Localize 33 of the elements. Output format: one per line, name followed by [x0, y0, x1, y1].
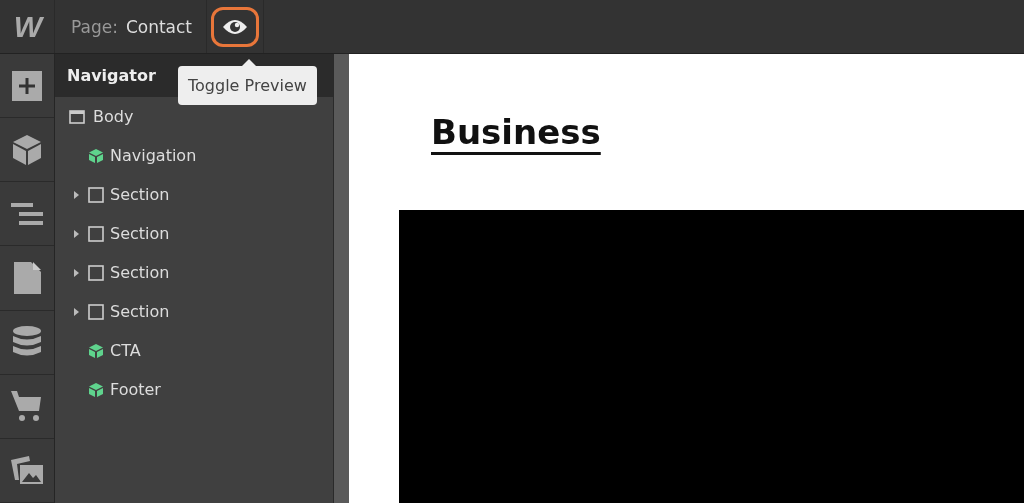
preview-button[interactable] — [211, 6, 260, 47]
page-name: Contact — [125, 16, 193, 37]
tree-item[interactable]: Navigation — [55, 136, 333, 175]
navigator-icon[interactable] — [11, 202, 43, 225]
tree-item[interactable]: Section — [55, 253, 333, 292]
section-icon — [88, 225, 104, 242]
tooltip-pointer — [242, 59, 256, 66]
cart-icon[interactable] — [11, 391, 43, 422]
page-heading: Business — [431, 112, 602, 152]
body-icon — [69, 109, 85, 124]
tree-item[interactable]: Section — [55, 214, 333, 253]
page-label: Page: — [71, 16, 118, 37]
page-icon[interactable] — [13, 262, 41, 294]
caret-icon[interactable] — [73, 306, 80, 317]
add-icon[interactable] — [12, 70, 42, 101]
navigator-title: Navigator — [67, 66, 156, 85]
section-icon — [88, 303, 104, 320]
tooltip: Toggle Preview — [178, 66, 317, 105]
caret-icon[interactable] — [73, 189, 80, 200]
logo: W — [13, 9, 41, 44]
cube-icon[interactable] — [12, 133, 42, 166]
caret-icon[interactable] — [73, 267, 80, 278]
tree-item[interactable]: Footer — [55, 370, 333, 409]
section-icon — [88, 264, 104, 281]
component-icon — [88, 342, 104, 359]
caret-icon[interactable] — [73, 228, 80, 239]
component-icon — [88, 147, 104, 164]
tree-item[interactable]: Section — [55, 175, 333, 214]
component-icon — [88, 381, 104, 398]
tree-item[interactable]: Section — [55, 292, 333, 331]
images-icon[interactable] — [11, 456, 43, 485]
section-icon — [88, 186, 104, 203]
tree-item[interactable]: CTA — [55, 331, 333, 370]
